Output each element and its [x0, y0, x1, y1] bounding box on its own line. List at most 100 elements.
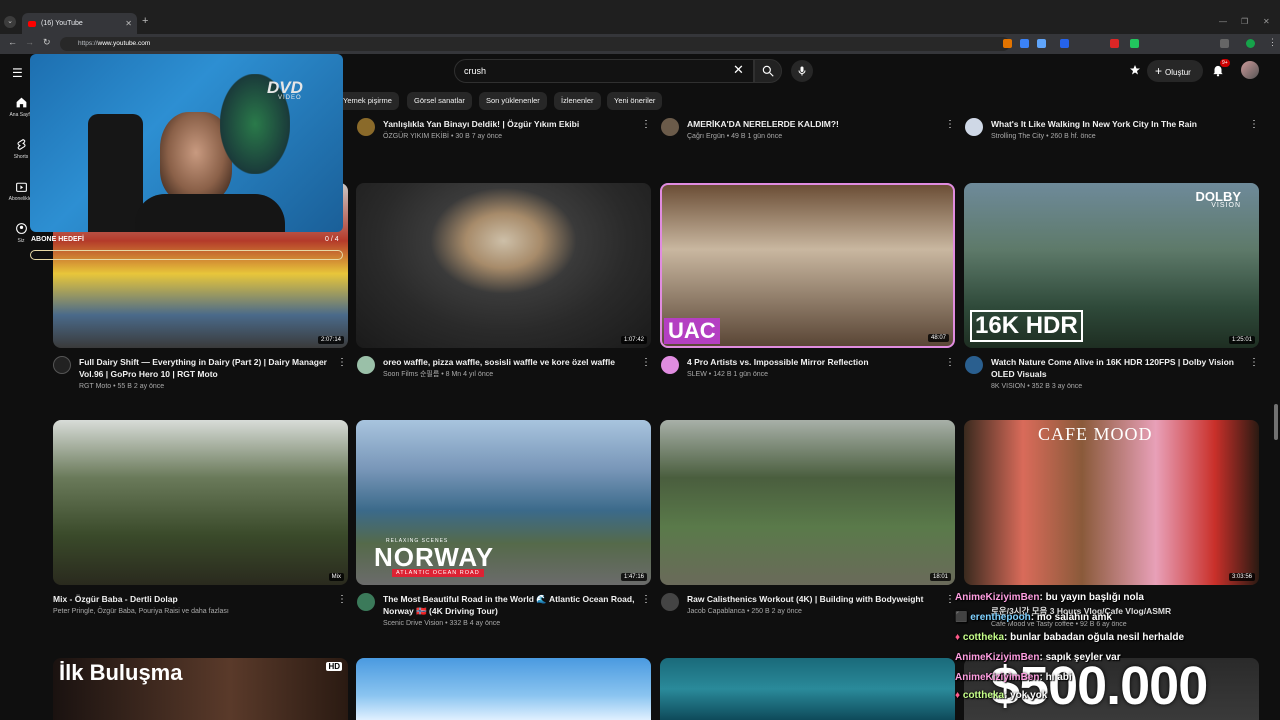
channel-avatar[interactable]: [965, 118, 983, 136]
new-tab-icon[interactable]: +: [142, 15, 148, 27]
extension-icon[interactable]: [1060, 39, 1069, 48]
chat-message: ♦ cottheka: bunlar babadan oğula nesil h…: [955, 632, 1184, 643]
forward-icon[interactable]: →: [25, 37, 34, 47]
extension-icon[interactable]: [1130, 39, 1139, 48]
donation-alert-amount: $500.000: [990, 656, 1208, 716]
back-icon[interactable]: ←: [8, 37, 17, 47]
extension-icon[interactable]: [1110, 39, 1119, 48]
reload-icon[interactable]: ↻: [43, 37, 51, 48]
channel-name[interactable]: Peter Pringle, Özgür Baba, Pouriya Raisi…: [53, 608, 229, 615]
video-title[interactable]: What's It Like Walking In New York City …: [991, 118, 1246, 130]
channel-avatar[interactable]: [661, 593, 679, 611]
video-thumbnail[interactable]: [356, 658, 651, 720]
video-title[interactable]: Raw Calisthenics Workout (4K) | Building…: [687, 593, 942, 605]
video-title[interactable]: oreo waffle, pizza waffle, sosisli waffl…: [383, 356, 638, 368]
video-thumbnail[interactable]: DOLBY VISION 16K HDR 1:25:01: [964, 183, 1259, 348]
streamer-body: [135, 194, 285, 232]
thumbnail-subtext: ATLANTIC OCEAN ROAD: [392, 569, 484, 577]
video-thumbnail[interactable]: UAC 48:07: [660, 183, 955, 348]
video-duration: 48:07: [927, 334, 949, 342]
chat-text: : mo salahın amk: [1030, 612, 1112, 623]
channel-avatar[interactable]: [357, 593, 375, 611]
channel-name[interactable]: ÖZGÜR YIKIM EKİBİ: [383, 133, 449, 140]
video-title[interactable]: Yanlışlıkla Yan Binayı Deldik! | Özgür Y…: [383, 118, 643, 130]
channel-avatar[interactable]: [357, 118, 375, 136]
extension-icon[interactable]: [1020, 39, 1029, 48]
tab-search-icon[interactable]: ⌄: [4, 16, 16, 28]
channel-avatar[interactable]: [53, 356, 71, 374]
browser-tab-strip: [0, 0, 1280, 34]
address-bar[interactable]: https://www.youtube.com: [60, 37, 1010, 51]
video-thumbnail[interactable]: Mix: [53, 420, 348, 585]
chip-recently-uploaded[interactable]: Son yüklenenler: [479, 92, 547, 110]
chat-username: cottheka: [962, 632, 1005, 643]
more-actions-icon[interactable]: ⋮: [945, 357, 955, 368]
more-actions-icon[interactable]: ⋮: [945, 119, 955, 130]
video-duration: 1:25:01: [1228, 336, 1255, 344]
close-tab-icon[interactable]: ✕: [125, 19, 132, 28]
more-actions-icon[interactable]: ⋮: [641, 594, 651, 605]
clear-search-icon[interactable]: ✕: [733, 62, 744, 78]
channel-name[interactable]: 8K VISION: [991, 383, 1025, 390]
search-button[interactable]: [754, 59, 782, 83]
video-title[interactable]: Full Dairy Shift — Everything in Dairy (…: [79, 356, 335, 380]
more-actions-icon[interactable]: ⋮: [1249, 119, 1259, 130]
channel-name[interactable]: SLEW: [687, 371, 707, 378]
channel-name[interactable]: Scenic Drive Vision: [383, 620, 443, 627]
thumbnail-text: İlk Buluşma: [59, 660, 183, 685]
subscriber-goal-count: 0 / 4: [325, 236, 339, 243]
channel-name[interactable]: Jacob Capablanca: [687, 608, 745, 615]
video-title[interactable]: The Most Beautiful Road in the World 🌊 A…: [383, 593, 638, 617]
video-thumbnail[interactable]: İlk Buluşma HD: [53, 658, 348, 720]
chat-username: cottheka: [962, 690, 1005, 701]
channel-avatar[interactable]: [965, 356, 983, 374]
close-window-icon[interactable]: ✕: [1263, 17, 1270, 26]
video-thumbnail[interactable]: 18:01: [660, 420, 955, 585]
maximize-icon[interactable]: ❐: [1241, 17, 1248, 26]
video-thumbnail[interactable]: 1:07:42: [356, 183, 651, 348]
more-actions-icon[interactable]: ⋮: [641, 357, 651, 368]
sidebar-label: Siz: [17, 238, 25, 244]
channel-avatar[interactable]: [661, 356, 679, 374]
video-stats: • 49 B 1 gün önce: [726, 133, 783, 140]
avatar[interactable]: [1241, 61, 1259, 79]
video-thumbnail[interactable]: [660, 658, 955, 720]
more-actions-icon[interactable]: ⋮: [945, 594, 955, 605]
chat-badge-icon: ⬛: [955, 612, 971, 623]
video-title[interactable]: Mix - Özgür Baba - Dertli Dolap: [53, 593, 333, 605]
page-scrollbar[interactable]: [1274, 404, 1278, 440]
channel-name[interactable]: Soon Films 순필름: [383, 371, 439, 378]
voice-search-button[interactable]: [791, 60, 813, 82]
chip-new-to-you[interactable]: Yeni öneriler: [607, 92, 663, 110]
guide-menu-icon[interactable]: ☰: [12, 66, 23, 80]
chip-watched[interactable]: İzlenenler: [554, 92, 601, 110]
browser-tab[interactable]: (16) YouTube ✕: [22, 13, 137, 34]
minimize-icon[interactable]: —: [1219, 17, 1227, 26]
channel-avatar[interactable]: [357, 356, 375, 374]
profile-icon[interactable]: [1246, 39, 1255, 48]
channel-avatar[interactable]: [661, 118, 679, 136]
video-thumbnail[interactable]: CAFE MOOD 3:03:56: [964, 420, 1259, 585]
extension-icon[interactable]: [1003, 39, 1012, 48]
more-actions-icon[interactable]: ⋮: [641, 119, 651, 130]
video-title[interactable]: AMERİKA'DA NERELERDE KALDIM?!: [687, 118, 942, 130]
video-stats: • 332 B 4 ay önce: [445, 620, 501, 627]
channel-name[interactable]: Strolling The City: [991, 133, 1044, 140]
channel-name[interactable]: RGT Moto: [79, 383, 111, 390]
chip-visual-arts[interactable]: Görsel sanatlar: [407, 92, 472, 110]
video-title[interactable]: 4 Pro Artists vs. Impossible Mirror Refl…: [687, 356, 942, 368]
more-actions-icon[interactable]: ⋮: [337, 357, 347, 368]
extensions-puzzle-icon[interactable]: [1220, 39, 1229, 48]
video-title[interactable]: Watch Nature Come Alive in 16K HDR 120FP…: [991, 356, 1246, 380]
chip-cooking[interactable]: Yemek pişirme: [336, 92, 399, 110]
cast-icon[interactable]: [1129, 64, 1141, 76]
video-thumbnail[interactable]: RELAXING SCENES NORWAY ATLANTIC OCEAN RO…: [356, 420, 651, 585]
browser-menu-icon[interactable]: ⋮: [1268, 37, 1277, 48]
more-actions-icon[interactable]: ⋮: [1249, 357, 1259, 368]
search-input[interactable]: crush: [454, 59, 754, 83]
create-button[interactable]: + Oluştur: [1147, 60, 1203, 82]
extension-icon[interactable]: [1037, 39, 1046, 48]
channel-name[interactable]: Çağrı Ergün: [687, 133, 725, 140]
video-meta: RGT Moto • 55 B 2 ay önce: [79, 381, 164, 392]
more-actions-icon[interactable]: ⋮: [337, 594, 347, 605]
